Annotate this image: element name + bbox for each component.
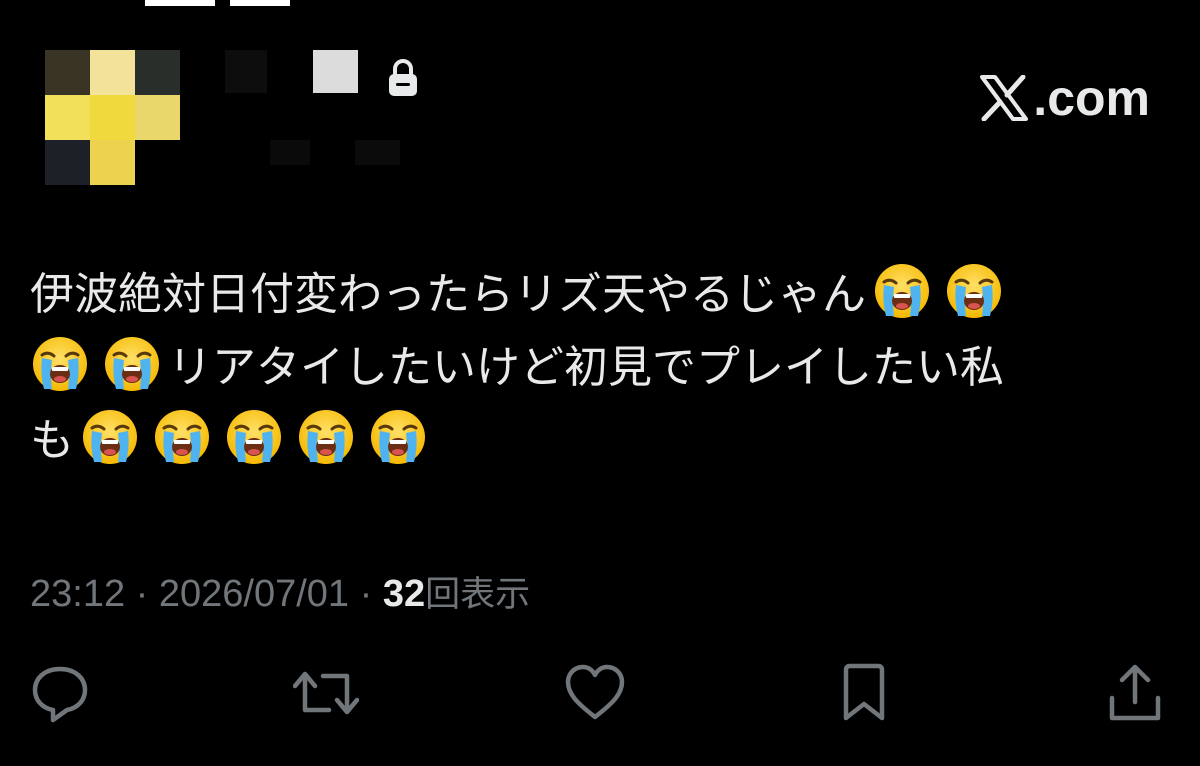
bookmark-button[interactable] (829, 658, 899, 728)
tweet-date[interactable]: 2026/07/01 (159, 573, 349, 615)
crying-face-emoji-icon (153, 408, 211, 466)
avatar[interactable] (45, 50, 180, 185)
crying-face-emoji-icon (103, 335, 161, 393)
views-count: 32 (382, 573, 426, 615)
crying-face-emoji-icon (81, 408, 139, 466)
cropped-top-edge (125, 0, 325, 10)
tweet-meta: 23:12 · 2026/07/01 · 32回表示 (30, 566, 530, 617)
crying-face-emoji-icon (873, 262, 931, 320)
views-label: 回表示 (425, 575, 531, 615)
speech-bubble-icon (32, 666, 88, 723)
user-handle-redacted[interactable] (225, 140, 425, 170)
x-com-label: .com (1033, 70, 1150, 126)
tweet-time[interactable]: 23:12 (30, 573, 125, 615)
action-bar (0, 658, 1200, 728)
share-button[interactable] (1100, 658, 1170, 728)
crying-face-emoji-icon (225, 408, 283, 466)
tweet-text-line3: も (30, 415, 74, 466)
crying-face-emoji-icon (369, 408, 427, 466)
reply-button[interactable] (25, 658, 95, 728)
meta-separator: · (125, 573, 159, 615)
repost-arrows-icon (293, 671, 359, 715)
x-logo-icon (980, 75, 1029, 121)
bookmark-icon (843, 663, 885, 721)
tweet-text: 伊波絶対日付変わったらリズ天やるじゃんリアタイしたいけど初見でプレイしたい私も (30, 258, 1140, 477)
share-upload-icon (1109, 664, 1161, 721)
tweet-text-line2: リアタイしたいけど初見でプレイしたい私 (168, 342, 1004, 393)
meta-separator: · (349, 573, 383, 615)
x-com-logo: .com (979, 70, 1150, 126)
like-button[interactable] (560, 658, 630, 728)
crying-face-emoji-icon (297, 408, 355, 466)
heart-icon (565, 664, 625, 720)
crying-face-emoji-icon (31, 335, 89, 393)
tweet-text-line1: 伊波絶対日付変わったらリズ天やるじゃん (30, 269, 866, 320)
lock-icon (386, 58, 420, 98)
crying-face-emoji-icon (945, 262, 1003, 320)
repost-button[interactable] (291, 658, 361, 728)
